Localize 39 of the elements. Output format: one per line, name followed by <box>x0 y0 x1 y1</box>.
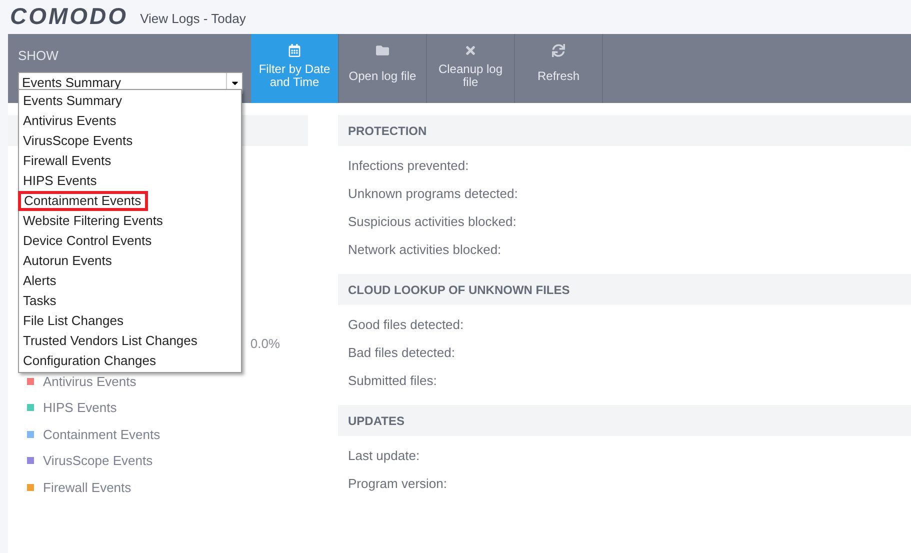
section-header: PROTECTION <box>338 115 911 146</box>
calendar-icon <box>288 44 301 57</box>
percent-label: 0.0% <box>250 335 280 353</box>
legend-label: HIPS Events <box>43 399 117 417</box>
dropdown-item[interactable]: Containment Events <box>18 191 148 211</box>
stat-label: Submitted files: <box>347 372 438 390</box>
stat-label: Good files detected: <box>347 316 465 334</box>
stat-label: Program version: <box>347 475 448 494</box>
stat-label: Suspicious activities blocked: <box>347 213 518 232</box>
close-icon <box>464 44 477 57</box>
stat-label: Last update: <box>347 447 421 466</box>
legend-label: Containment Events <box>43 426 160 444</box>
stat-label: Network activities blocked: <box>347 241 502 260</box>
dropdown-item[interactable]: Trusted Vendors List Changes <box>19 331 241 351</box>
legend-label: Antivirus Events <box>43 372 136 390</box>
dropdown-item[interactable]: Antivirus Events <box>19 111 241 131</box>
legend-label: VirusScope Events <box>43 452 153 470</box>
dropdown-item[interactable]: VirusScope Events <box>19 131 241 151</box>
stat-label: Infections prevented: <box>347 157 470 176</box>
show-label: SHOW <box>18 47 60 65</box>
stat-label: Unknown programs detected: <box>347 185 519 204</box>
folder-icon <box>376 44 389 57</box>
logo: COMODO <box>10 5 128 28</box>
window-title: View Logs - Today <box>140 10 246 28</box>
dropdown-item[interactable]: Events Summary <box>19 91 241 111</box>
dropdown-item[interactable]: Firewall Events <box>19 151 241 171</box>
dropdown-item[interactable]: Configuration Changes <box>19 351 241 371</box>
dropdown-item[interactable]: Device Control Events <box>19 231 241 251</box>
stat-label: Bad files detected: <box>347 344 456 362</box>
dropdown-item[interactable]: HIPS Events <box>19 171 241 191</box>
dropdown-item[interactable]: Tasks <box>19 291 241 311</box>
section-header: UPDATES <box>338 405 911 436</box>
section-header: CLOUD LOOKUP OF UNKNOWN FILES <box>338 274 911 305</box>
dropdown-item[interactable]: Alerts <box>19 271 241 291</box>
dropdown-item[interactable]: Website Filtering Events <box>19 211 241 231</box>
refresh-icon <box>552 44 565 57</box>
dropdown-item[interactable]: Autorun Events <box>19 251 241 271</box>
dropdown-item[interactable]: File List Changes <box>19 311 241 331</box>
legend-label: Firewall Events <box>43 478 132 496</box>
